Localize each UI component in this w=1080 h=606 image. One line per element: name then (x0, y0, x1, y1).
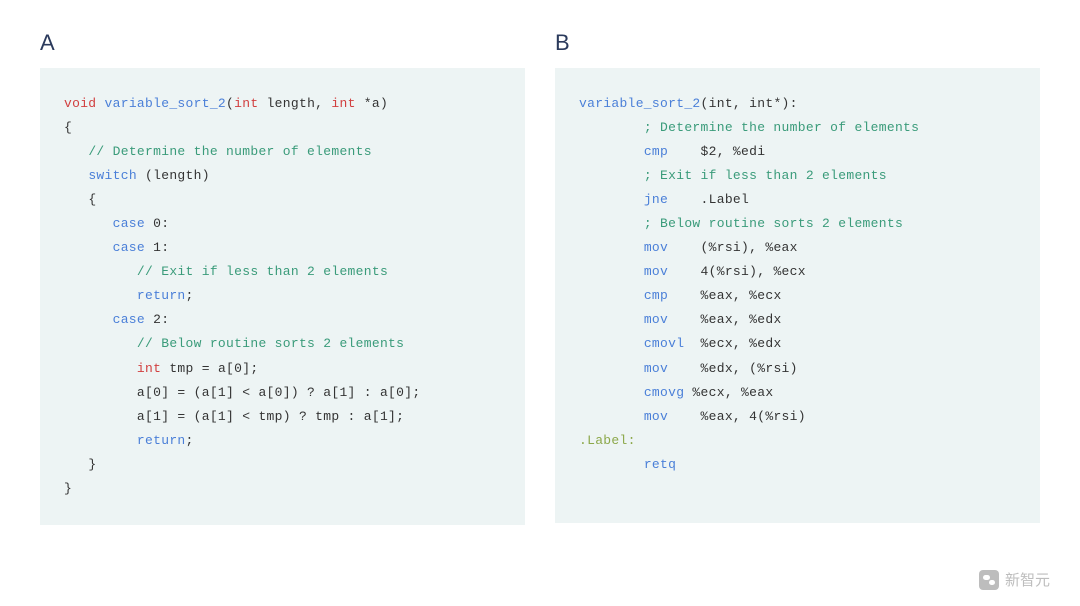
panel-label-b: B (555, 30, 1040, 56)
token-retq: retq (644, 457, 676, 472)
token-case0: case (113, 216, 145, 231)
token-cmp1: cmp (644, 144, 668, 159)
token-cmovl: cmovl (644, 336, 685, 351)
token-mov4-args: %edx, (%rsi) (668, 361, 798, 376)
watermark-text: 新智元 (1005, 569, 1050, 590)
token-case1: case (113, 240, 145, 255)
token-b-comment-sort: ; Below routine sorts 2 elements (644, 216, 903, 231)
token-mov1-args: (%rsi), %eax (668, 240, 798, 255)
token-paren: ( (226, 96, 234, 111)
token-brace-open: { (64, 120, 72, 135)
token-case0-val: 0: (145, 216, 169, 231)
token-return1-semi: ; (186, 288, 194, 303)
watermark: 新智元 (979, 569, 1050, 590)
token-return1: return (137, 288, 186, 303)
token-func-name: variable_sort_2 (105, 96, 227, 111)
token-comment-sort: // Below routine sorts 2 elements (137, 336, 404, 351)
token-return2: return (137, 433, 186, 448)
token-switch-expr: (length) (137, 168, 210, 183)
column-a: A void variable_sort_2(int length, int *… (40, 30, 525, 525)
token-b-func: variable_sort_2 (579, 96, 701, 111)
code-panel-a: void variable_sort_2(int length, int *a)… (40, 68, 525, 525)
token-b-comment-exit: ; Exit if less than 2 elements (644, 168, 887, 183)
token-mov3-args: %eax, %edx (668, 312, 781, 327)
token-int1: int (234, 96, 258, 111)
token-b-args: (int, int*): (701, 96, 798, 111)
token-label: .Label: (579, 433, 636, 448)
token-b-comment-determine: ; Determine the number of elements (644, 120, 919, 135)
token-cmovl-args: %ecx, %edx (684, 336, 781, 351)
token-mov2-args: 4(%rsi), %ecx (668, 264, 806, 279)
token-case2: case (113, 312, 145, 327)
token-case1-val: 1: (145, 240, 169, 255)
token-brace-open2: { (88, 192, 96, 207)
token-cmovg-args: %ecx, %eax (684, 385, 773, 400)
token-mov4: mov (644, 361, 668, 376)
code-panel-b: variable_sort_2(int, int*): ; Determine … (555, 68, 1040, 523)
token-mov5: mov (644, 409, 668, 424)
token-comment-exit: // Exit if less than 2 elements (137, 264, 388, 279)
token-cmp2-args: %eax, %ecx (668, 288, 781, 303)
code-columns: A void variable_sort_2(int length, int *… (40, 30, 1040, 525)
token-brace-close2: } (88, 457, 96, 472)
token-len: length, (258, 96, 331, 111)
panel-label-a: A (40, 30, 525, 56)
token-cmovg: cmovg (644, 385, 685, 400)
token-ptr: *a) (356, 96, 388, 111)
token-mov1: mov (644, 240, 668, 255)
token-brace-close: } (64, 481, 72, 496)
token-a1-assign: a[1] = (a[1] < tmp) ? tmp : a[1]; (137, 409, 404, 424)
token-case2-val: 2: (145, 312, 169, 327)
token-cmp1-args: $2, %edi (668, 144, 765, 159)
token-tmp-assign: tmp = a[0]; (161, 361, 258, 376)
token-mov3: mov (644, 312, 668, 327)
token-comment-determine: // Determine the number of elements (88, 144, 372, 159)
token-jne-arg: .Label (668, 192, 749, 207)
token-cmp2: cmp (644, 288, 668, 303)
wechat-icon (979, 570, 999, 590)
token-mov5-args: %eax, 4(%rsi) (668, 409, 806, 424)
token-a0-assign: a[0] = (a[1] < a[0]) ? a[1] : a[0]; (137, 385, 421, 400)
token-int-tmp: int (137, 361, 161, 376)
token-int2: int (331, 96, 355, 111)
token-return2-semi: ; (186, 433, 194, 448)
column-b: B variable_sort_2(int, int*): ; Determin… (555, 30, 1040, 525)
token-switch: switch (88, 168, 137, 183)
token-jne: jne (644, 192, 668, 207)
token-void: void (64, 96, 96, 111)
token-mov2: mov (644, 264, 668, 279)
